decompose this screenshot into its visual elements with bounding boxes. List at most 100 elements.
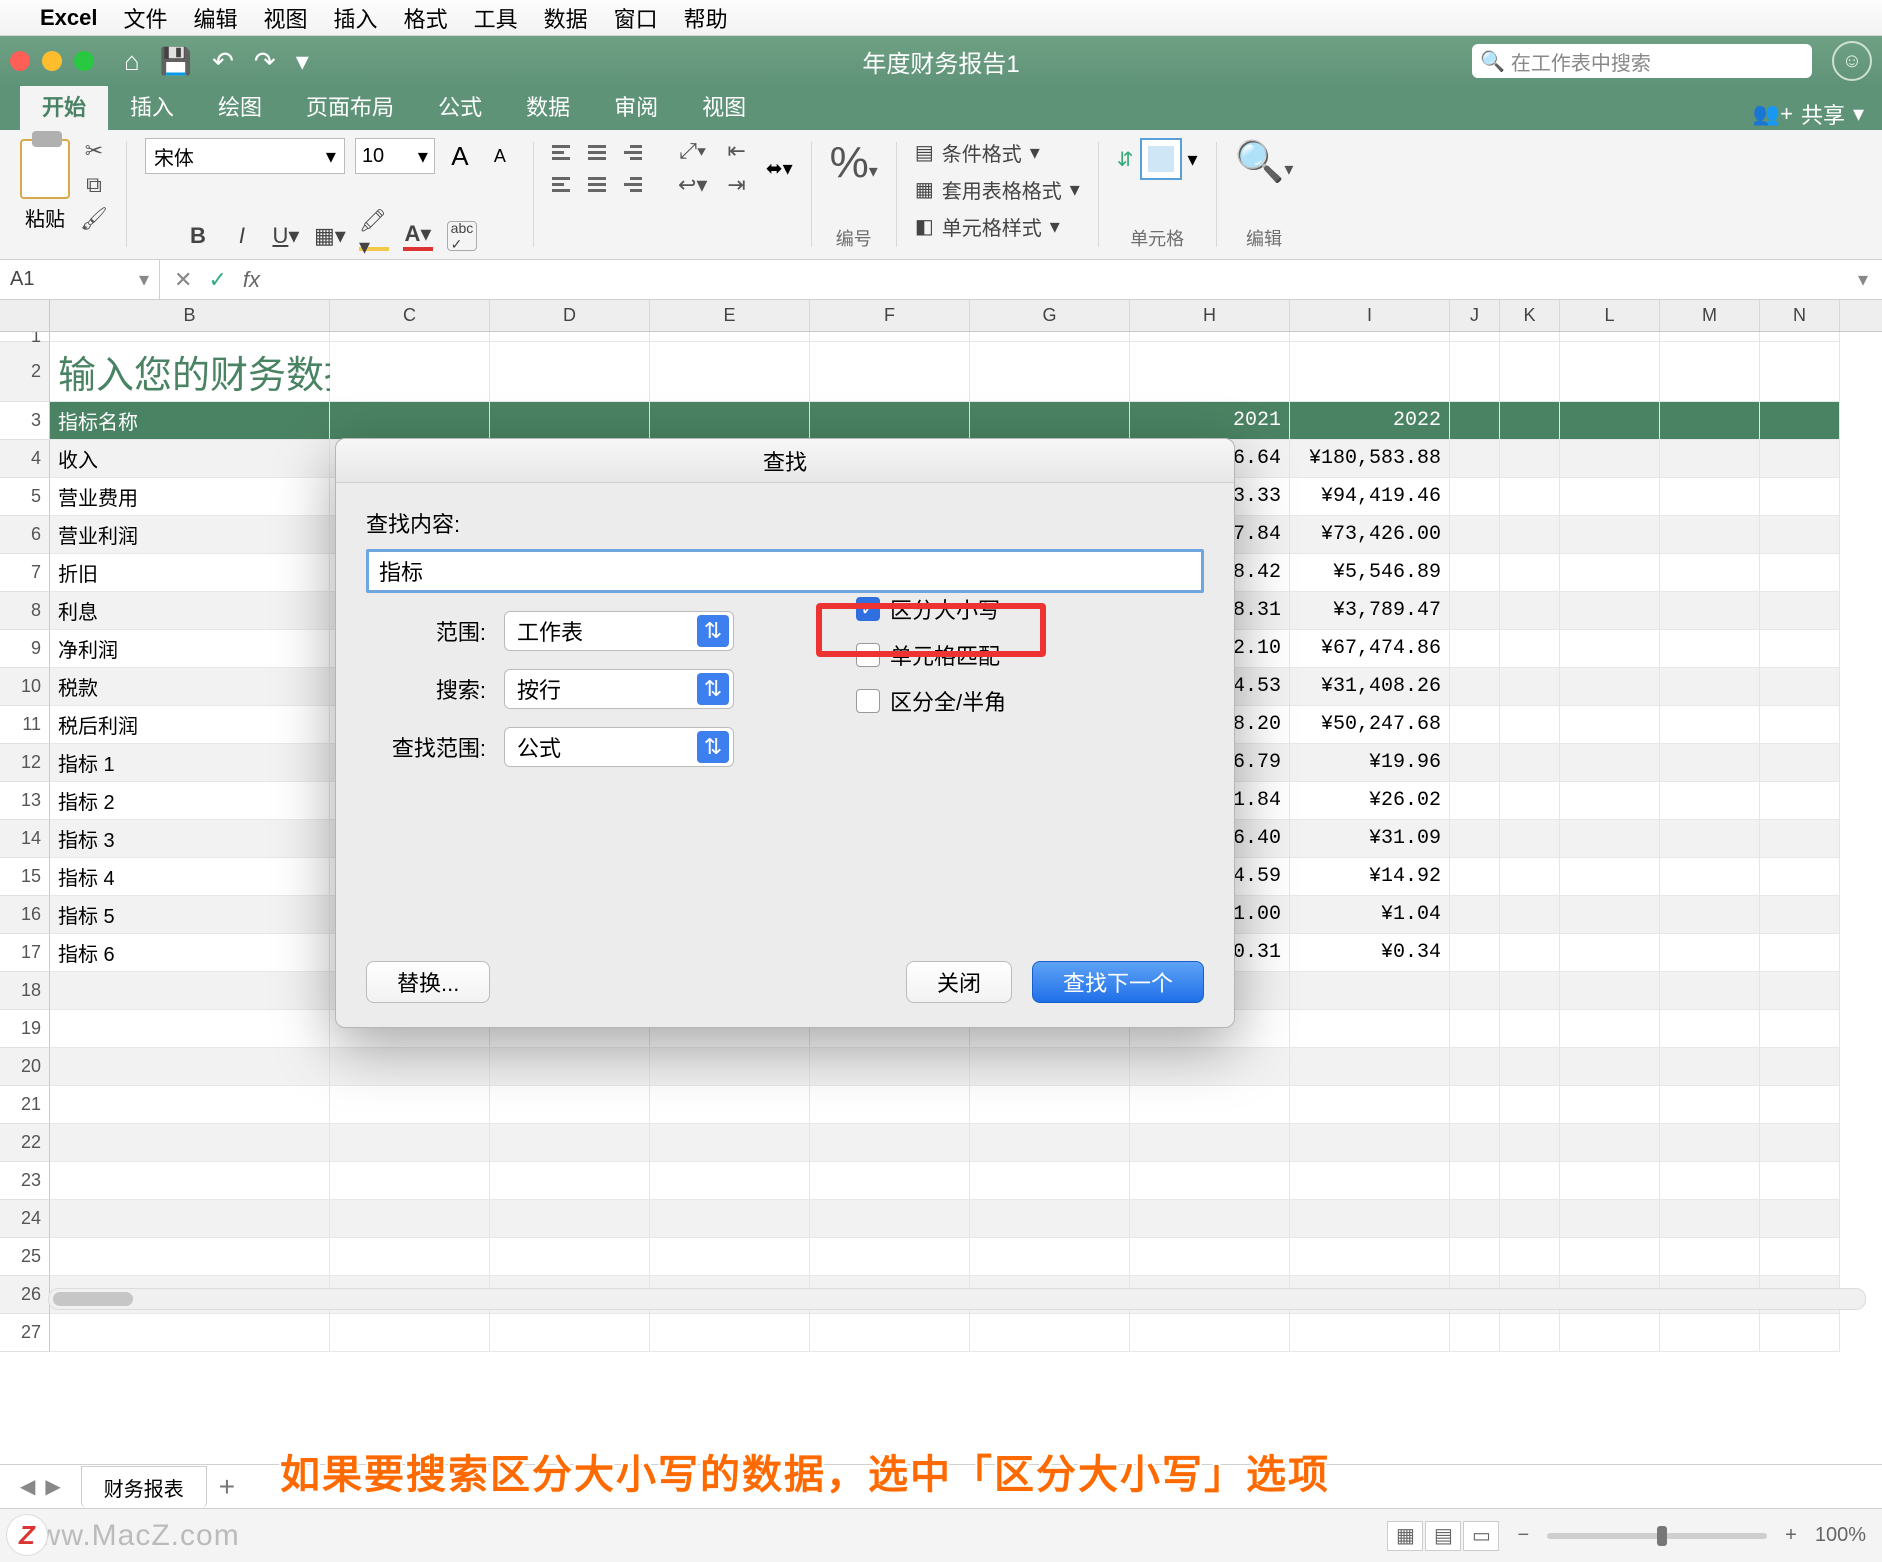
- cell[interactable]: [1660, 744, 1760, 782]
- cell[interactable]: [1560, 1200, 1660, 1238]
- cell[interactable]: [970, 1200, 1130, 1238]
- cell[interactable]: [970, 1162, 1130, 1200]
- sheet-tab[interactable]: 财务报表: [81, 1466, 207, 1508]
- cell[interactable]: [650, 1124, 810, 1162]
- cell[interactable]: [1660, 858, 1760, 896]
- home-icon[interactable]: ⌂: [124, 46, 140, 77]
- decrease-indent-icon[interactable]: ⇤: [727, 138, 745, 164]
- cell[interactable]: [970, 1314, 1130, 1352]
- cell[interactable]: [650, 1162, 810, 1200]
- row-header[interactable]: 12: [0, 744, 50, 782]
- cell[interactable]: [970, 1048, 1130, 1086]
- cell[interactable]: 折旧: [50, 554, 330, 592]
- cell[interactable]: [1560, 630, 1660, 668]
- page-break-icon[interactable]: ▭: [1463, 1521, 1499, 1551]
- cell[interactable]: [1130, 1238, 1290, 1276]
- cell[interactable]: 利息: [50, 592, 330, 630]
- match-case-checkbox[interactable]: ✓区分大小写: [856, 593, 1006, 625]
- select-all-corner[interactable]: [0, 300, 50, 331]
- cell[interactable]: [810, 1086, 970, 1124]
- row-header[interactable]: 17: [0, 934, 50, 972]
- cell[interactable]: [50, 1238, 330, 1276]
- cell[interactable]: [1560, 516, 1660, 554]
- cell[interactable]: [1290, 1124, 1450, 1162]
- cell[interactable]: [1660, 1238, 1760, 1276]
- cell[interactable]: [650, 402, 810, 440]
- cell[interactable]: 指标 1: [50, 744, 330, 782]
- cell[interactable]: [650, 342, 810, 402]
- row-header[interactable]: 25: [0, 1238, 50, 1276]
- cell[interactable]: [330, 1048, 490, 1086]
- cell[interactable]: [1500, 478, 1560, 516]
- cell[interactable]: ¥5,546.89: [1290, 554, 1450, 592]
- enter-formula-icon[interactable]: ✓: [208, 267, 226, 293]
- cell[interactable]: [1500, 858, 1560, 896]
- tab-data[interactable]: 数据: [504, 82, 592, 130]
- col-header[interactable]: C: [330, 300, 490, 331]
- cell[interactable]: [1500, 1238, 1560, 1276]
- cell[interactable]: [490, 332, 650, 342]
- cell[interactable]: [1760, 1238, 1840, 1276]
- page-layout-icon[interactable]: ▤: [1425, 1521, 1461, 1551]
- cell[interactable]: [50, 1314, 330, 1352]
- cell[interactable]: [1560, 554, 1660, 592]
- menu-tools[interactable]: 工具: [474, 2, 518, 34]
- cell[interactable]: 2021: [1130, 402, 1290, 440]
- share-button[interactable]: 👥+ 共享 ▾: [1753, 98, 1864, 130]
- cell[interactable]: [1130, 1086, 1290, 1124]
- row-header[interactable]: 26: [0, 1276, 50, 1314]
- row-header[interactable]: 15: [0, 858, 50, 896]
- menu-help[interactable]: 帮助: [684, 2, 728, 34]
- format-painter-icon[interactable]: 🖌: [80, 206, 108, 232]
- cell[interactable]: [1760, 668, 1840, 706]
- cell[interactable]: [1450, 782, 1500, 820]
- cell[interactable]: [1500, 782, 1560, 820]
- cell[interactable]: [1450, 516, 1500, 554]
- col-header[interactable]: M: [1660, 300, 1760, 331]
- cell[interactable]: [1660, 440, 1760, 478]
- cell[interactable]: ¥67,474.86: [1290, 630, 1450, 668]
- cell-styles-button[interactable]: ◧ 单元格样式 ▾: [915, 212, 1080, 241]
- scope-select[interactable]: 工作表⇅: [504, 611, 734, 651]
- cell[interactable]: [1560, 402, 1660, 440]
- col-header[interactable]: L: [1560, 300, 1660, 331]
- cell[interactable]: [1290, 1010, 1450, 1048]
- fill-color-icon[interactable]: 🖍▾: [359, 221, 389, 251]
- cell[interactable]: [650, 1086, 810, 1124]
- cell[interactable]: [1560, 744, 1660, 782]
- cell[interactable]: [1500, 1048, 1560, 1086]
- menu-edit[interactable]: 编辑: [194, 2, 238, 34]
- cell[interactable]: [1500, 744, 1560, 782]
- cell[interactable]: [1130, 1162, 1290, 1200]
- cell[interactable]: [1760, 440, 1840, 478]
- cell[interactable]: [1660, 1124, 1760, 1162]
- cell[interactable]: [1560, 1086, 1660, 1124]
- sheet-prev-icon[interactable]: ◀: [20, 1474, 35, 1499]
- cell[interactable]: [1450, 1200, 1500, 1238]
- redo-icon[interactable]: ↷: [254, 46, 276, 77]
- cell[interactable]: [1560, 706, 1660, 744]
- col-header[interactable]: K: [1500, 300, 1560, 331]
- italic-icon[interactable]: I: [227, 221, 257, 251]
- cell[interactable]: [330, 1086, 490, 1124]
- cell[interactable]: [1760, 1314, 1840, 1352]
- cell[interactable]: ¥180,583.88: [1290, 440, 1450, 478]
- row-header[interactable]: 23: [0, 1162, 50, 1200]
- cell[interactable]: [1450, 630, 1500, 668]
- cell[interactable]: [1130, 332, 1290, 342]
- cell[interactable]: [650, 1314, 810, 1352]
- find-what-input[interactable]: [366, 549, 1204, 593]
- orientation-icon[interactable]: ⤢▾: [679, 138, 706, 164]
- cell[interactable]: [1500, 1086, 1560, 1124]
- cell[interactable]: [810, 1162, 970, 1200]
- cell[interactable]: [50, 1048, 330, 1086]
- cell[interactable]: [1660, 332, 1760, 342]
- cell[interactable]: 营业费用: [50, 478, 330, 516]
- cell[interactable]: [1500, 1124, 1560, 1162]
- row-header[interactable]: 19: [0, 1010, 50, 1048]
- cell[interactable]: 输入您的财务数据: [50, 342, 330, 402]
- cell[interactable]: ¥73,426.00: [1290, 516, 1450, 554]
- cell[interactable]: [810, 332, 970, 342]
- cell[interactable]: [1450, 972, 1500, 1010]
- col-header[interactable]: F: [810, 300, 970, 331]
